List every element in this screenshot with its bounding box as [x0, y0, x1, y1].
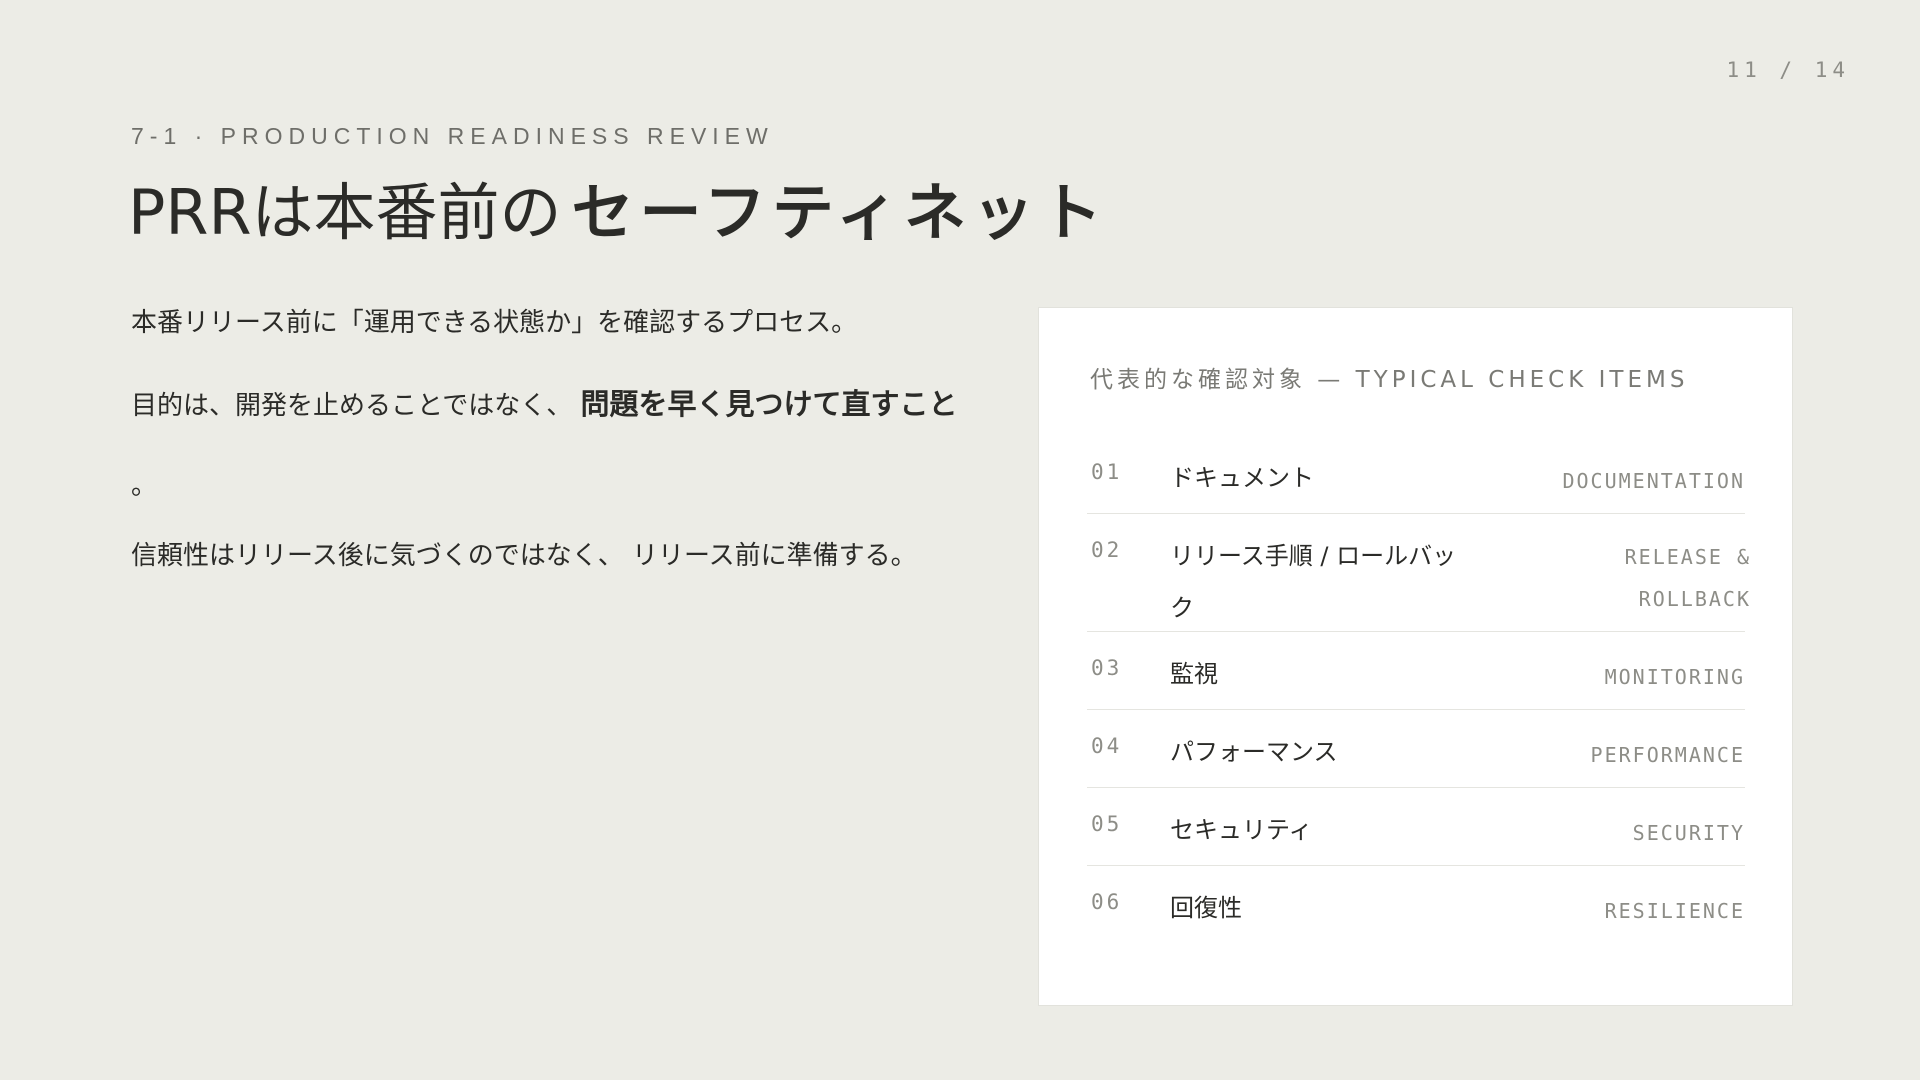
list-item: 06 回復性 RESILIENCE [1087, 866, 1745, 944]
list-item: 02 リリース手順 / ロールバック RELEASE & ROLLBACK [1087, 514, 1749, 632]
item-label-jp: 監視 [1170, 660, 1218, 688]
list-item: 03 監視 MONITORING [1087, 632, 1745, 710]
body-p2-suffix: 。 [131, 471, 158, 501]
body-p2-emphasis: 問題を早く見つけて直すこと [580, 387, 958, 421]
item-label-jp: リリース手順 / ロールバック [1170, 542, 1457, 622]
body-text: 本番リリース前に「運用できる状態か」を確認するプロセス。 目的は、開発を止めるこ… [131, 298, 991, 592]
page-number: 11 / 14 [1726, 58, 1850, 82]
item-label-en: PERFORMANCE [1590, 743, 1745, 767]
check-items-list: 01 ドキュメント DOCUMENTATION 02 リリース手順 / ロールバ… [1087, 436, 1749, 944]
section-eyebrow: 7-1 · PRODUCTION READINESS REVIEW [131, 123, 774, 149]
item-number: 01 [1091, 460, 1123, 484]
item-label-jp: パフォーマンス [1170, 738, 1338, 766]
body-paragraph-2: 目的は、開発を止めることではなく、 問題を早く見つけて直すこと 。 [131, 364, 991, 526]
check-items-card: 代表的な確認対象 — TYPICAL CHECK ITEMS 01 ドキュメント… [1038, 307, 1793, 1006]
title-regular: PRRは本番前の [128, 176, 562, 249]
list-item: 04 パフォーマンス PERFORMANCE [1087, 710, 1745, 788]
item-label-en: MONITORING [1604, 665, 1745, 689]
body-paragraph-3: 信頼性はリリース後に気づくのではなく、 リリース前に準備する。 [131, 541, 917, 571]
item-number: 04 [1091, 734, 1123, 758]
item-label-en: RELEASE & ROLLBACK [1624, 545, 1751, 611]
list-item: 01 ドキュメント DOCUMENTATION [1087, 436, 1745, 514]
item-number: 05 [1091, 812, 1123, 836]
item-number: 03 [1091, 656, 1123, 680]
item-label-jp: 回復性 [1170, 894, 1242, 922]
item-label-jp: ドキュメント [1170, 464, 1314, 492]
item-label-en: SECURITY [1632, 821, 1745, 845]
item-label-jp: セキュリティ [1170, 816, 1313, 844]
item-label-en: RESILIENCE [1604, 899, 1745, 923]
body-p2-prefix: 目的は、開発を止めることではなく、 [131, 391, 573, 421]
title-bold: セーフティネット [571, 176, 1109, 249]
body-paragraph-1: 本番リリース前に「運用できる状態か」を確認するプロセス。 [131, 308, 858, 338]
item-label-en: DOCUMENTATION [1562, 469, 1745, 493]
card-title: 代表的な確認対象 — TYPICAL CHECK ITEMS [1090, 367, 1689, 393]
slide: 11 / 14 7-1 · PRODUCTION READINESS REVIE… [0, 0, 1920, 1080]
item-number: 06 [1091, 890, 1123, 914]
list-item: 05 セキュリティ SECURITY [1087, 788, 1745, 866]
slide-title: PRRは本番前の セーフティネット [128, 168, 1108, 258]
item-number: 02 [1091, 538, 1123, 562]
